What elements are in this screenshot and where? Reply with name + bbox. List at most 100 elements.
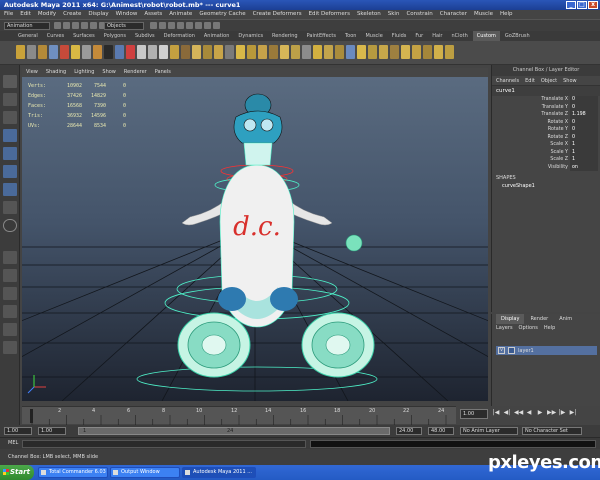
robot-wheel-left[interactable] (177, 312, 251, 378)
menu-window[interactable]: Window (116, 10, 138, 19)
attribute-row[interactable]: Rotate X0 (492, 118, 600, 126)
soft-mod-tool-icon[interactable] (3, 201, 17, 214)
snap-plane-icon[interactable] (177, 22, 184, 29)
shelf-tab-custom[interactable]: Custom (472, 31, 500, 41)
shelf-tool-icon[interactable] (269, 45, 278, 59)
shelf-tool-icon[interactable] (203, 45, 212, 59)
last-tool-icon[interactable] (3, 219, 17, 232)
shelf-tool-icon[interactable] (192, 45, 201, 59)
shelf-tool-icon[interactable] (434, 45, 443, 59)
move-tool-icon[interactable] (3, 129, 17, 142)
shelf-tool-icon[interactable] (401, 45, 410, 59)
shelf-tool-icon[interactable] (104, 45, 113, 59)
layout-two-icon[interactable] (3, 287, 17, 300)
step-forward-frame-button[interactable]: ▶▶ (547, 409, 556, 417)
attribute-value-field[interactable]: 0 (570, 103, 598, 111)
attribute-row[interactable]: Scale Y1 (492, 148, 600, 156)
close-icon[interactable]: x (588, 1, 598, 9)
attribute-row[interactable]: Translate X0 (492, 96, 600, 104)
animation-end-field[interactable]: 48.00 (428, 427, 454, 435)
shelf-tool-icon[interactable] (324, 45, 333, 59)
maximize-icon[interactable]: □ (577, 1, 587, 9)
menu-animate[interactable]: Animate (169, 10, 192, 19)
menu-edit-deformers[interactable]: Edit Deformers (309, 10, 350, 19)
current-time-marker[interactable] (30, 409, 33, 423)
shelf-tool-icon[interactable] (302, 45, 311, 59)
play-backward-button[interactable]: ◀ (525, 409, 533, 417)
viewport-menu-shading[interactable]: Shading (46, 68, 66, 77)
layer-tab-anim[interactable]: Anim (554, 314, 577, 324)
shelf-tab-general[interactable]: General (14, 31, 42, 41)
channel-menu-channels[interactable]: Channels (496, 76, 519, 85)
shelf-tab-dynamics[interactable]: Dynamics (234, 31, 267, 41)
lasso-tool-icon[interactable] (3, 93, 17, 106)
shelf-tool-icon[interactable] (115, 45, 124, 59)
select-object-icon[interactable] (90, 22, 97, 29)
new-scene-icon[interactable] (54, 22, 61, 29)
taskbar-item-active[interactable]: Autodesk Maya 2011 ... (182, 467, 256, 478)
shelf-tool-icon[interactable] (346, 45, 355, 59)
layout-graph-icon[interactable] (3, 323, 17, 336)
perspective-viewport[interactable]: d.c. Verts: 10902 7544 0 Edges: 37426 14… (22, 77, 488, 401)
shelf-tab-gozbrush[interactable]: GoZBrush (501, 31, 534, 41)
shelf-tool-icon[interactable] (38, 45, 47, 59)
time-slider[interactable]: 2 4 6 8 10 12 14 16 18 20 22 24 (22, 406, 456, 425)
shelf-tool-icon[interactable] (423, 45, 432, 59)
menu-display[interactable]: Display (88, 10, 108, 19)
shelf-tool-icon[interactable] (313, 45, 322, 59)
layout-single-icon[interactable] (3, 251, 17, 264)
attribute-value-field[interactable]: 0 (570, 96, 598, 104)
layout-outliner-icon[interactable] (3, 305, 17, 318)
manipulator-tool-icon[interactable] (3, 183, 17, 196)
menu-skin[interactable]: Skin (388, 10, 400, 19)
save-scene-icon[interactable] (72, 22, 79, 29)
shelf-tool-icon[interactable] (181, 45, 190, 59)
taskbar-item[interactable]: Total Commander 6.03 - ... (38, 467, 108, 480)
shelf-tool-icon[interactable] (214, 45, 223, 59)
attribute-value-field[interactable]: 0 (570, 133, 598, 141)
menu-help[interactable]: Help (500, 10, 513, 19)
playback-start-field[interactable]: 1.00 (38, 427, 66, 435)
layer-menu-layers[interactable]: Layers (496, 324, 513, 333)
attribute-value-field[interactable]: on (570, 163, 598, 171)
character-set-dropdown[interactable]: No Character Set (522, 427, 582, 435)
attribute-value-field[interactable]: 1 (570, 141, 598, 149)
go-to-start-button[interactable]: |◀ (492, 409, 500, 417)
attribute-row[interactable]: Rotate Z0 (492, 133, 600, 141)
go-to-end-button[interactable]: ▶| (569, 409, 577, 417)
step-back-key-button[interactable]: ◀| (503, 409, 511, 417)
shelf-tool-icon[interactable] (225, 45, 234, 59)
menu-assets[interactable]: Assets (144, 10, 162, 19)
shelf-tool-icon[interactable] (258, 45, 267, 59)
small-sphere[interactable] (345, 234, 363, 252)
start-button[interactable]: Start (0, 465, 34, 480)
layer-row[interactable]: V layer1 (496, 346, 597, 355)
shelf-tool-icon[interactable] (379, 45, 388, 59)
shelf-tab-ncloth[interactable]: nCloth (448, 31, 472, 41)
attribute-row[interactable]: Rotate Y0 (492, 126, 600, 134)
paint-select-tool-icon[interactable] (3, 111, 17, 124)
render-settings-icon[interactable] (213, 22, 220, 29)
channel-menu-show[interactable]: Show (563, 76, 577, 85)
shelf-tab-fluids[interactable]: Fluids (388, 31, 411, 41)
playback-end-field[interactable]: 24.00 (396, 427, 422, 435)
layer-visibility-toggle[interactable]: V (498, 347, 505, 354)
minimize-icon[interactable]: _ (566, 1, 576, 9)
history-icon[interactable] (186, 22, 193, 29)
taskbar-item[interactable]: Output Window (110, 467, 180, 478)
shelf-tab-hair[interactable]: Hair (428, 31, 446, 41)
shelf-tab-deformation[interactable]: Deformation (160, 31, 199, 41)
shelf-tool-icon[interactable] (126, 45, 135, 59)
shelf-tab-fur[interactable]: Fur (411, 31, 427, 41)
menu-set-dropdown[interactable]: Animation (4, 22, 50, 30)
shelf-tool-icon[interactable] (280, 45, 289, 59)
shelf-tab-polygons[interactable]: Polygons (100, 31, 130, 41)
shelf-tool-icon[interactable] (71, 45, 80, 59)
shelf-tab-painteffects[interactable]: PaintEffects (303, 31, 340, 41)
rotate-tool-icon[interactable] (3, 147, 17, 160)
attribute-row[interactable]: Scale Z1 (492, 156, 600, 164)
viewport-menu-panels[interactable]: Panels (155, 68, 171, 77)
snap-curve-icon[interactable] (159, 22, 166, 29)
attribute-row[interactable]: Translate Z 1.198 (492, 111, 600, 119)
viewport-menu-renderer[interactable]: Renderer (124, 68, 147, 77)
